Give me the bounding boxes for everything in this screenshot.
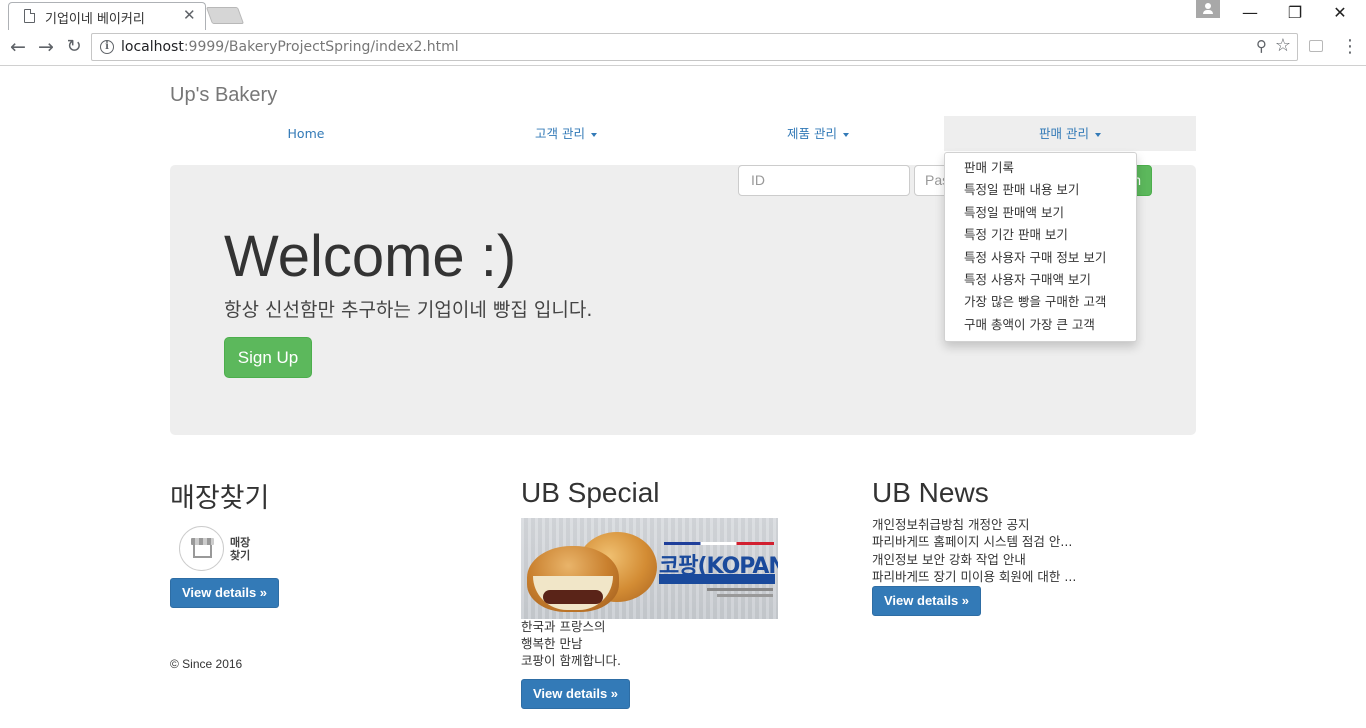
special-line: 행복한 만남 <box>521 636 583 651</box>
store-label-line1: 매장 <box>230 536 251 549</box>
menu-item-daily-sales-amount[interactable]: 특정일 판매액 보기 <box>945 202 1136 224</box>
sign-up-button[interactable]: Sign Up <box>224 337 312 378</box>
info-icon[interactable]: i <box>100 40 114 54</box>
news-item[interactable]: 개인정보 보안 강화 작업 안내 <box>872 551 1076 568</box>
menu-item-top-bread-buyer[interactable]: 가장 많은 빵을 구매한 고객 <box>945 291 1136 313</box>
maximize-button[interactable]: ❐ <box>1273 2 1317 26</box>
store-icon-circle <box>179 526 224 571</box>
tab-title: 기업이네 베이커리 <box>45 12 145 27</box>
nav-customer-label: 고객 관리 <box>535 126 585 141</box>
extension-icon[interactable] <box>1309 40 1323 52</box>
nav-sales-label: 판매 관리 <box>1039 126 1089 141</box>
browser-tab[interactable]: 기업이네 베이커리 ✕ <box>8 2 206 30</box>
menu-icon[interactable]: ⋮ <box>1340 36 1360 60</box>
nav-home-label: Home <box>287 126 325 141</box>
welcome-title: Welcome :) <box>224 224 517 289</box>
nav-sales-management[interactable]: 판매 관리 <box>944 116 1196 151</box>
nav-product-label: 제품 관리 <box>787 126 837 141</box>
close-tab-icon[interactable]: ✕ <box>183 6 196 24</box>
store-icon <box>191 538 214 558</box>
ub-special-section: UB Special 코팡(KOPAN) 한국과 프랑스의 행복한 만남 코팡이… <box>521 476 851 709</box>
profile-icon[interactable] <box>1196 0 1220 18</box>
id-input[interactable]: ID <box>738 165 910 196</box>
store-label-line2: 찾기 <box>230 549 251 562</box>
back-icon[interactable]: ← <box>6 35 30 59</box>
forward-icon[interactable]: → <box>34 35 58 59</box>
menu-item-period-sales[interactable]: 특정 기간 판매 보기 <box>945 224 1136 246</box>
minimize-button[interactable]: — <box>1228 2 1272 26</box>
news-view-details-button[interactable]: View details » <box>872 586 982 616</box>
store-finder-section: 매장찾기 매장 찾기 View details » <box>170 476 500 608</box>
special-view-details-button[interactable]: View details » <box>521 679 631 709</box>
url-text[interactable]: localhost:9999/BakeryProjectSpring/index… <box>121 39 459 55</box>
address-bar[interactable]: i localhost:9999/BakeryProjectSpring/ind… <box>91 33 1298 61</box>
nav-customer-management[interactable]: 고객 관리 <box>440 116 692 151</box>
url-host: localhost <box>121 39 184 55</box>
menu-item-daily-sales-detail[interactable]: 특정일 판매 내용 보기 <box>945 179 1136 201</box>
sales-dropdown-menu: 판매 기록 특정일 판매 내용 보기 특정일 판매액 보기 특정 기간 판매 보… <box>944 152 1137 342</box>
browser-tab-strip: 기업이네 베이커리 ✕ — ❐ ✕ <box>0 0 1366 30</box>
caret-down-icon <box>590 132 597 137</box>
page-icon <box>24 9 35 23</box>
url-path: :9999/BakeryProjectSpring/index2.html <box>183 39 459 55</box>
close-window-button[interactable]: ✕ <box>1318 2 1362 26</box>
caret-down-icon <box>1094 132 1101 137</box>
zoom-icon[interactable]: ⚲ <box>1256 37 1267 55</box>
caret-down-icon <box>842 132 849 137</box>
browser-toolbar: ← → ↻ i localhost:9999/BakeryProjectSpri… <box>0 30 1366 66</box>
star-icon[interactable]: ☆ <box>1275 35 1291 56</box>
ub-news-section: UB News 개인정보취급방침 개정안 공지 파리바게뜨 홈페이지 시스템 점… <box>872 476 1202 616</box>
ub-special-heading: UB Special <box>521 477 660 508</box>
nav-home[interactable]: Home <box>180 116 432 151</box>
new-tab-button[interactable] <box>205 7 245 24</box>
news-item[interactable]: 파리바게뜨 홈페이지 시스템 점검 안... <box>872 533 1076 550</box>
special-line: 한국과 프랑스의 <box>521 619 606 634</box>
store-view-details-button[interactable]: View details » <box>170 578 280 608</box>
news-item[interactable]: 파리바게뜨 장기 미이용 회원에 대한 ... <box>872 568 1076 585</box>
special-line: 코팡이 함께합니다. <box>521 653 621 668</box>
ub-news-heading: UB News <box>872 477 989 508</box>
kopan-banner-image[interactable]: 코팡(KOPAN) <box>521 518 778 619</box>
store-finder-heading: 매장찾기 <box>170 483 270 514</box>
menu-item-sales-record[interactable]: 판매 기록 <box>945 157 1136 179</box>
reload-icon[interactable]: ↻ <box>62 35 86 59</box>
news-list: 개인정보취급방침 개정안 공지 파리바게뜨 홈페이지 시스템 점검 안... 개… <box>872 516 1076 585</box>
menu-item-user-purchase-info[interactable]: 특정 사용자 구매 정보 보기 <box>945 247 1136 269</box>
french-flag-stripe <box>664 542 774 545</box>
menu-item-top-spender[interactable]: 구매 총액이 가장 큰 고객 <box>945 314 1136 336</box>
main-nav: Home 고객 관리 제품 관리 판매 관리 <box>170 116 1196 151</box>
ub-special-description: 한국과 프랑스의 행복한 만남 코팡이 함께합니다. <box>521 618 621 669</box>
footer-copyright: © Since 2016 <box>170 657 243 671</box>
nav-product-management[interactable]: 제품 관리 <box>692 116 944 151</box>
menu-item-user-purchase-amount[interactable]: 특정 사용자 구매액 보기 <box>945 269 1136 291</box>
store-finder-label: 매장 찾기 <box>230 536 250 562</box>
news-item[interactable]: 개인정보취급방침 개정안 공지 <box>872 516 1076 533</box>
site-brand[interactable]: Up's Bakery <box>170 84 277 107</box>
store-finder-link[interactable]: 매장 찾기 <box>179 526 263 572</box>
welcome-subtitle: 항상 신선함만 추구하는 기업이네 빵집 입니다. <box>224 299 593 321</box>
